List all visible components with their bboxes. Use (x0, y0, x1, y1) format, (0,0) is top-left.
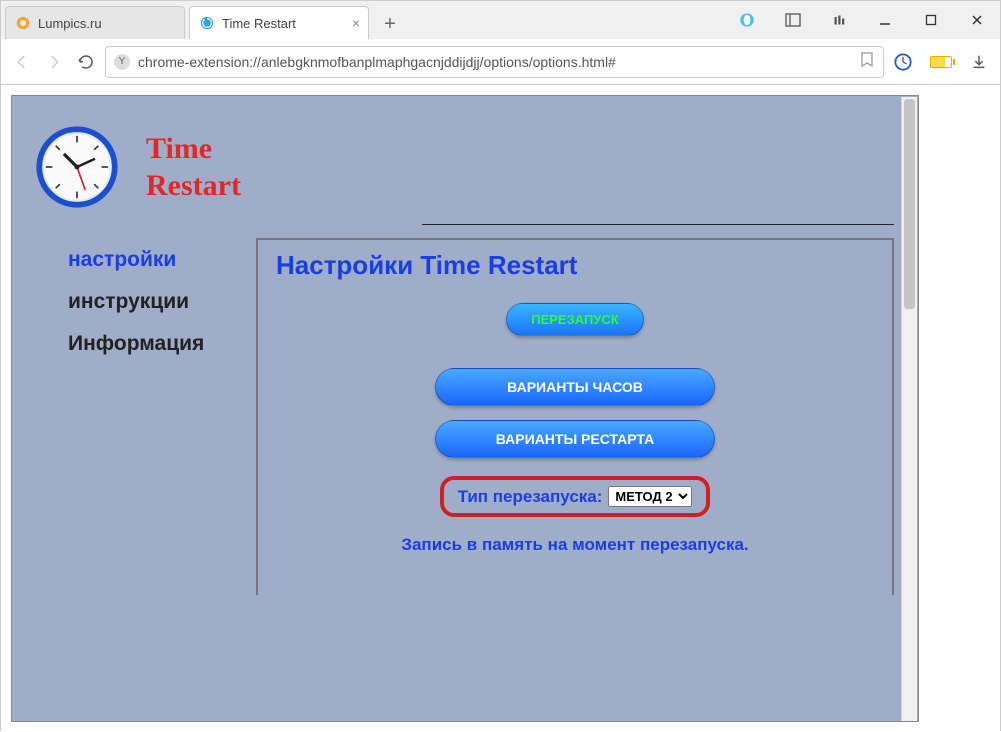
site-identity-icon[interactable]: Y (114, 54, 130, 70)
tab-strip: Lumpics.ru Time Restart × + (1, 1, 1000, 39)
close-icon[interactable]: × (352, 15, 360, 31)
restart-type-highlight: Тип перезапуска: МЕТОД 2 (440, 476, 711, 517)
toolbar-right (894, 53, 988, 71)
close-button[interactable] (954, 1, 1000, 39)
clock-logo-icon (36, 126, 118, 208)
back-button[interactable] (13, 53, 31, 71)
minimize-button[interactable] (862, 1, 908, 39)
favicon-time-restart (200, 16, 214, 30)
app-title: Time Restart (146, 130, 241, 205)
sidebar-item-info[interactable]: Информация (68, 332, 236, 356)
address-bar: Y chrome-extension://anlebgknmofbanplmap… (1, 39, 1000, 85)
vertical-scrollbar[interactable] (901, 97, 917, 721)
restart-type-select[interactable]: МЕТОД 2 (608, 486, 692, 507)
reload-button[interactable] (77, 53, 95, 71)
download-icon[interactable] (970, 53, 988, 71)
panel-icon[interactable] (770, 1, 816, 39)
scrollbar-thumb[interactable] (904, 99, 915, 309)
tab-lumpics[interactable]: Lumpics.ru (5, 6, 185, 39)
app-header: Time Restart (36, 126, 894, 208)
maximize-button[interactable] (908, 1, 954, 39)
window-buttons (724, 1, 1000, 39)
tab-time-restart[interactable]: Time Restart × (189, 6, 369, 39)
app-body: настройки инструкции Информация Настройк… (36, 238, 894, 595)
nav-arrows (13, 53, 95, 71)
sidebar: настройки инструкции Информация (36, 238, 236, 595)
new-tab-button[interactable]: + (375, 9, 405, 39)
panel-heading: Настройки Time Restart (276, 250, 874, 281)
clock-extension-icon[interactable] (894, 53, 912, 71)
page-viewport: Time Restart настройки инструкции Информ… (1, 85, 1000, 732)
tab-title: Time Restart (222, 16, 296, 31)
memory-note: Запись в память на момент перезапуска. (276, 535, 874, 555)
favicon-lumpics (16, 16, 30, 30)
restart-type-label: Тип перезапуска: (458, 487, 603, 507)
clock-variants-button[interactable]: ВАРИАНТЫ ЧАСОВ (435, 368, 715, 406)
app-title-line2: Restart (146, 167, 241, 205)
history-icon[interactable] (816, 1, 862, 39)
sidebar-item-instructions[interactable]: инструкции (68, 290, 236, 314)
forward-button[interactable] (45, 53, 63, 71)
tab-title: Lumpics.ru (38, 16, 102, 31)
app-container: Time Restart настройки инструкции Информ… (11, 95, 919, 722)
url-box[interactable]: Y chrome-extension://anlebgknmofbanplmap… (105, 46, 884, 78)
settings-panel: Настройки Time Restart ПЕРЕЗАПУСК ВАРИАН… (256, 238, 894, 595)
url-text: chrome-extension://anlebgknmofbanplmaphg… (138, 54, 851, 70)
bookmark-icon[interactable] (859, 51, 875, 72)
app-title-line1: Time (146, 130, 241, 168)
opera-icon[interactable] (724, 1, 770, 39)
restart-variants-button[interactable]: ВАРИАНТЫ РЕСТАРТА (435, 420, 715, 458)
divider (422, 224, 894, 225)
restart-button[interactable]: ПЕРЕЗАПУСК (506, 303, 643, 336)
sidebar-item-settings[interactable]: настройки (68, 248, 236, 272)
battery-icon[interactable] (930, 56, 952, 68)
